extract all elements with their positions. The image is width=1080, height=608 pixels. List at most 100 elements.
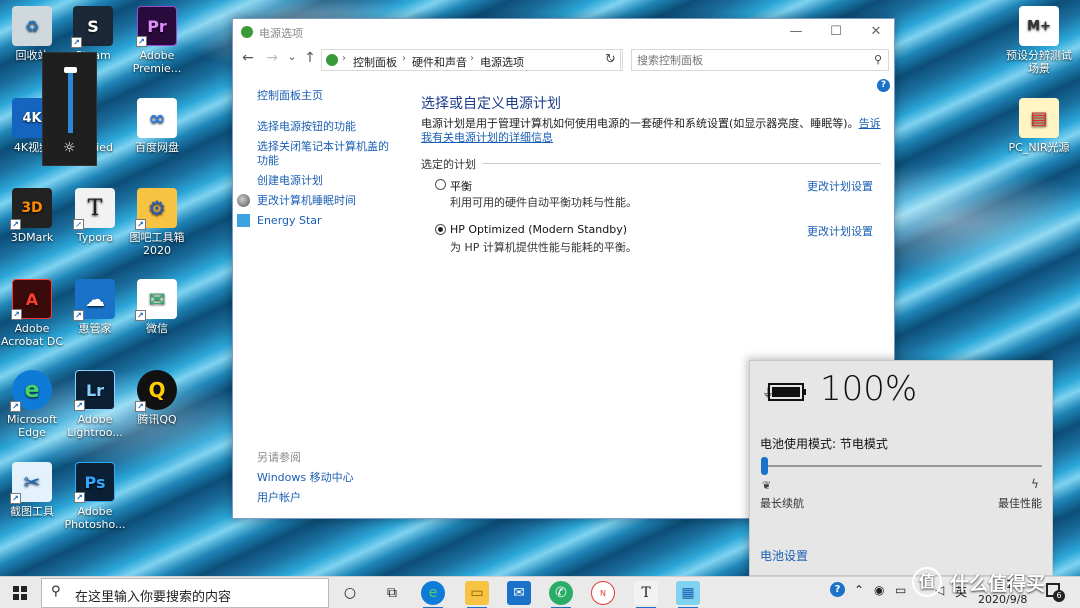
desktop-icon-label: Adobe Photosho...: [64, 505, 126, 531]
edge-icon: e ↗: [10, 370, 52, 412]
link-control-panel-home[interactable]: 控制面板主页: [257, 89, 397, 103]
desktop-icon-baidu-netdisk[interactable]: ∞ 百度网盘: [122, 98, 192, 154]
change-plan-settings-link[interactable]: 更改计划设置: [807, 223, 873, 239]
maximize-button[interactable]: ☐: [816, 19, 856, 45]
control-panel-icon: [326, 54, 338, 66]
power-options-icon: [241, 26, 253, 38]
mail-icon[interactable]: ✉: [507, 581, 531, 605]
back-button[interactable]: ←: [239, 50, 257, 66]
desktop-icon-nir-light[interactable]: ▤ PC_NIR光源: [1004, 98, 1074, 154]
desktop-icon-3dmark[interactable]: 3D ↗ 3DMark: [0, 188, 67, 244]
desktop-icon-preset-scene[interactable]: M+ 预设分辨测试场景: [1004, 6, 1074, 75]
power-mode-slider[interactable]: [762, 465, 1042, 467]
desktop-icon-photoshop[interactable]: Ps ↗ Adobe Photosho...: [60, 462, 130, 531]
premiere-icon: Pr ↗: [136, 6, 177, 47]
document-icon: M+: [1019, 6, 1059, 46]
scissors-icon: ✂ ↗: [10, 462, 52, 504]
plan-radio[interactable]: [435, 224, 446, 235]
cortana-icon[interactable]: ○: [338, 581, 362, 605]
change-plan-settings-link[interactable]: 更改计划设置: [807, 178, 873, 194]
link-windows-mobility-center[interactable]: Windows 移动中心: [257, 469, 354, 485]
acrobat-icon: A ↗: [11, 279, 52, 320]
battery-tray-icon[interactable]: ▭: [895, 583, 906, 597]
battery-percent: 100%: [820, 369, 918, 409]
desktop-icon-premiere[interactable]: Pr ↗ Adobe Premie...: [122, 6, 192, 75]
battery-saver-icon: ❦: [762, 479, 772, 492]
link-create-power-plan[interactable]: 创建电源计划: [257, 174, 397, 188]
window-title: 电源选项: [259, 27, 303, 40]
desktop-icon-label: Typora: [76, 231, 114, 244]
desktop-icon-label: 腾讯QQ: [137, 413, 177, 426]
desktop-icon-edge[interactable]: e ↗ Microsoft Edge: [0, 370, 67, 439]
desktop-icon-hp-manager[interactable]: ☁ ↗ 惠管家: [60, 279, 130, 335]
file-explorer-icon[interactable]: ▭: [465, 581, 489, 608]
search-icon: ⚲: [873, 53, 882, 66]
breadcrumb-control-panel[interactable]: 控制面板: [353, 54, 397, 70]
battery-settings-link[interactable]: 电池设置: [760, 547, 808, 564]
search-box[interactable]: ⚲: [631, 49, 889, 71]
typora-icon: T ↗: [73, 188, 115, 230]
moon-icon: [237, 194, 250, 207]
nuro-icon[interactable]: N: [591, 581, 615, 605]
chevron-up-icon[interactable]: ⌃: [854, 583, 864, 597]
desktop-icon-lightroom[interactable]: Lr ↗ Adobe Lightroo...: [60, 370, 130, 439]
desktop-icon-wechat[interactable]: ✉ ↗ 微信: [122, 279, 192, 335]
desktop-icon-label: Microsoft Edge: [6, 413, 58, 439]
link-lid-close-function[interactable]: 选择关闭笔记本计算机盖的功能: [257, 140, 397, 168]
up-button[interactable]: ↑: [301, 50, 319, 66]
wechat-taskbar-icon[interactable]: ✆: [549, 581, 573, 608]
breadcrumb-power-options[interactable]: 电源选项: [480, 54, 524, 70]
battery-mode-label: 电池使用模式: 节电模式: [760, 437, 888, 451]
search-input[interactable]: [637, 51, 862, 69]
plan-description: 为 HP 计算机提供性能与能耗的平衡。: [450, 241, 637, 254]
recent-locations-button[interactable]: ⌄: [283, 50, 301, 63]
breadcrumb[interactable]: › 控制面板 › 硬件和声音 › 电源选项 ⌄: [321, 49, 621, 71]
start-button[interactable]: [0, 577, 40, 608]
qq-tray-icon[interactable]: ◉: [874, 583, 884, 597]
file-icon: ▤: [1019, 98, 1059, 138]
help-icon[interactable]: ?: [877, 79, 890, 92]
edge-taskbar-icon[interactable]: e: [421, 581, 445, 608]
taskbar-search[interactable]: ⚲ 在这里输入你要搜索的内容: [41, 578, 329, 608]
close-button[interactable]: ✕: [856, 19, 896, 45]
watermark-logo-icon: 值: [912, 567, 942, 597]
divider: [421, 163, 881, 164]
watermark-text: 什么值得买: [950, 573, 1046, 595]
power-mode-slider-thumb[interactable]: [761, 457, 768, 475]
desktop-icon-snipping-tool[interactable]: ✂ ↗ 截图工具: [0, 462, 67, 518]
desktop-icon-qq[interactable]: Q ↗ 腾讯QQ: [122, 370, 192, 426]
minimize-button[interactable]: —: [776, 19, 816, 45]
brightness-slider-fill: [68, 70, 73, 133]
forward-button[interactable]: →: [263, 50, 281, 66]
desktop-icon-toolbox[interactable]: ⚙ ↗ 图吧工具箱 2020: [122, 188, 192, 257]
task-view-icon[interactable]: ⧉: [380, 581, 404, 605]
breadcrumb-hardware-sound[interactable]: 硬件和声音: [412, 54, 467, 70]
steam-icon: S ↗: [71, 6, 113, 48]
link-energy-star[interactable]: Energy Star: [257, 214, 397, 228]
brightness-slider[interactable]: [64, 67, 77, 133]
desktop-icon-label: Adobe Acrobat DC: [0, 322, 64, 348]
chevron-right-icon: ›: [470, 53, 474, 64]
slider-right-label: 最佳性能: [998, 497, 1042, 510]
brightness-flyout: ☼: [42, 52, 97, 166]
link-change-sleep-time[interactable]: 更改计算机睡眠时间: [257, 194, 397, 208]
page-title: 选择或自定义电源计划: [421, 96, 561, 112]
section-label: 选定的计划: [421, 156, 482, 172]
plan-radio[interactable]: [435, 179, 446, 190]
help-tray-icon[interactable]: ?: [830, 582, 845, 597]
typora-taskbar-icon[interactable]: T: [634, 581, 658, 608]
lightning-icon: ϟ: [1031, 477, 1039, 491]
desktop-icon-label: 百度网盘: [135, 141, 179, 154]
desktop-icon-label: 惠管家: [78, 322, 112, 335]
watermark: 值 什么值得买: [912, 564, 1077, 598]
baidu-netdisk-icon: ∞: [137, 98, 177, 138]
control-panel-taskbar-icon[interactable]: ▦: [676, 581, 700, 608]
refresh-button[interactable]: ↻: [599, 49, 623, 71]
page-description: 电源计划是用于管理计算机如何使用电源的一套硬件和系统设置(如显示器亮度、睡眠等)…: [421, 117, 887, 145]
link-user-accounts[interactable]: 用户帐户: [257, 489, 301, 505]
link-power-button-function[interactable]: 选择电源按钮的功能: [257, 120, 397, 134]
desktop-icon-acrobat[interactable]: A ↗ Adobe Acrobat DC: [0, 279, 67, 348]
desktop-icon-typora[interactable]: T ↗ Typora: [60, 188, 130, 244]
photoshop-icon: Ps ↗: [74, 462, 115, 503]
brightness-slider-thumb[interactable]: [64, 67, 77, 74]
